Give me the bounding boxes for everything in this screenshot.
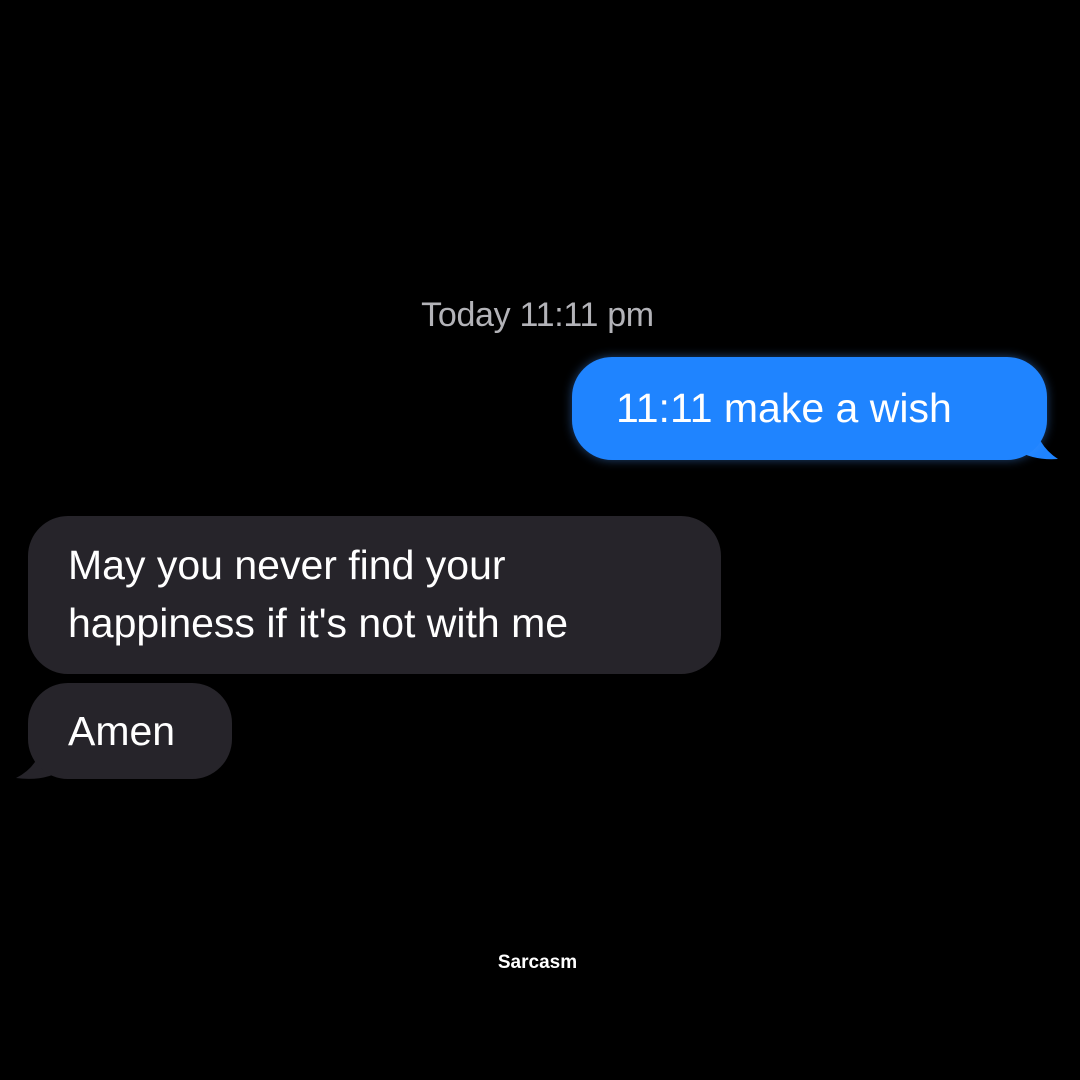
message-thread: Today 11:11 pm 11:11 make a wish May you… xyxy=(0,0,1080,1080)
received-message-line: May you never find your xyxy=(68,542,506,588)
received-message-line: happiness if it's not with me xyxy=(68,600,569,646)
received-message-bubble[interactable]: Amen xyxy=(28,683,232,779)
watermark-label: Sarcasm xyxy=(497,952,578,973)
thread-timestamp: Today 11:11 pm xyxy=(421,296,654,334)
received-message-text: Amen xyxy=(68,708,176,754)
sent-message-bubble[interactable]: 11:11 make a wish xyxy=(572,357,1047,460)
received-message-bubble[interactable]: May you never find your happiness if it'… xyxy=(28,516,721,674)
sent-message-text: 11:11 make a wish xyxy=(616,385,952,431)
